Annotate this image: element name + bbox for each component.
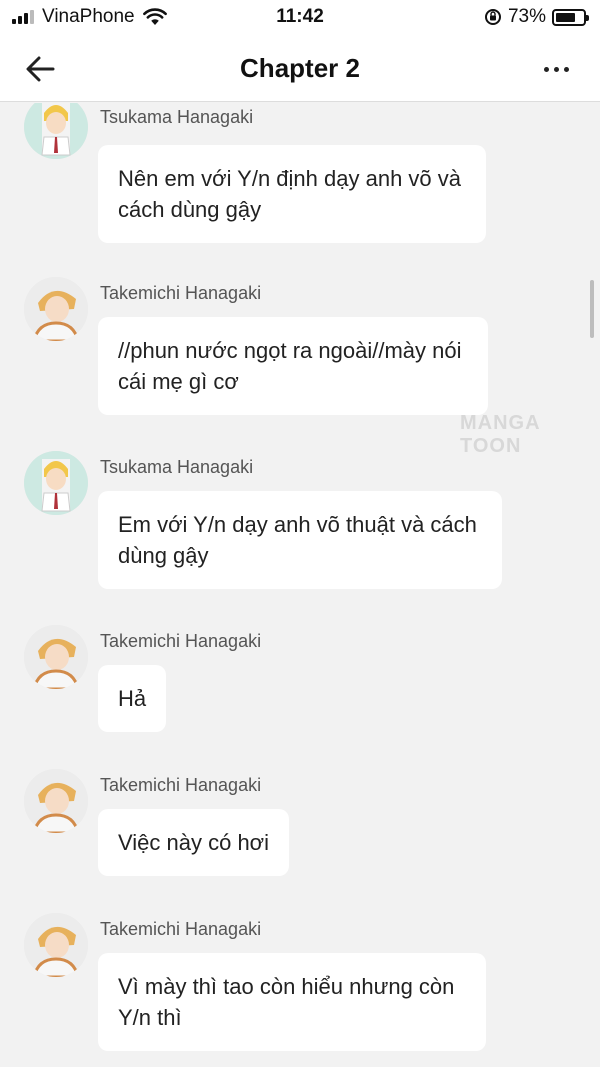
tsukama-avatar <box>24 451 88 515</box>
sender-name: Takemichi Hanagaki <box>100 919 262 939</box>
status-bar: VinaPhone 11:42 73% <box>0 0 600 36</box>
message-bubble: Em với Y/n dạy anh võ thuật và cách dùng… <box>98 491 502 589</box>
battery-percent: 73% <box>507 6 546 27</box>
more-dot <box>563 66 569 72</box>
scrollbar[interactable] <box>590 280 594 338</box>
more-options-button[interactable] <box>538 52 574 86</box>
sender-name: Takemichi Hanagaki <box>100 631 262 651</box>
more-dots-icon <box>543 66 549 72</box>
takemichi-avatar <box>24 277 88 341</box>
sender-name: Tsukama Hanagaki <box>100 457 254 477</box>
takemichi-avatar <box>24 913 88 977</box>
sender-name: Takemichi Hanagaki <box>100 283 262 303</box>
orientation-lock-icon <box>484 9 501 25</box>
battery-level <box>556 12 575 22</box>
chat-area[interactable]: Tsukama Hanagaki Nên em với Y/n định dạy… <box>0 103 600 1067</box>
message-bubble: Hả <box>98 665 167 732</box>
battery-group: 73% <box>484 6 589 28</box>
tsukama-avatar <box>24 103 88 159</box>
takemichi-avatar <box>24 625 88 689</box>
more-dot <box>553 66 559 72</box>
sender-name: Takemichi Hanagaki <box>100 775 262 795</box>
sender-name: Tsukama Hanagaki <box>100 107 254 127</box>
navigation-bar: Chapter 2 <box>0 36 600 102</box>
page-title: Chapter 2 <box>240 53 360 83</box>
takemichi-avatar <box>24 769 88 833</box>
message-bubble: Việc này có hơi <box>98 809 289 876</box>
message-bubble: Vì mày thì tao còn hiểu nhưng còn Y/n th… <box>98 953 486 1051</box>
battery-icon <box>552 8 589 26</box>
message-bubble: Nên em với Y/n định dạy anh võ và cách d… <box>98 145 486 243</box>
message-bubble: //phun nước ngọt ra ngoài//mày nói cái m… <box>98 317 488 415</box>
watermark: MANGA TOON <box>460 412 540 457</box>
